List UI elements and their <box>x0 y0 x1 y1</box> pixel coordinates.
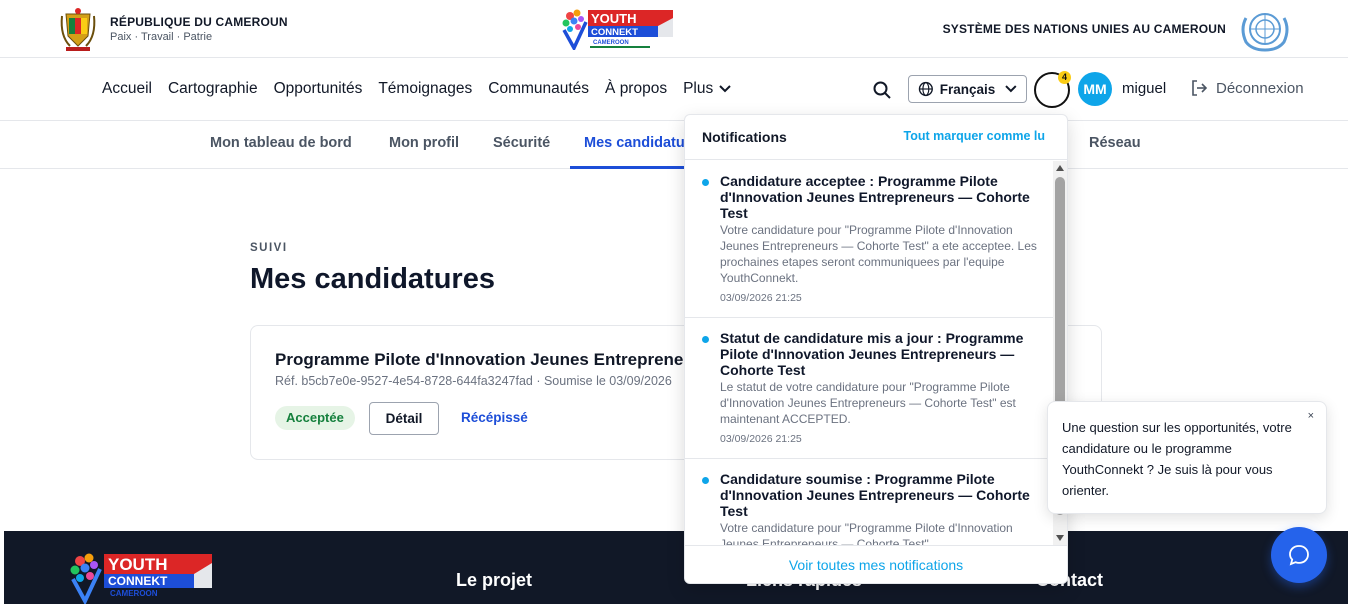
nav-items: Accueil Cartographie Opportunités Témoig… <box>102 80 747 98</box>
nav-item-accueil[interactable]: Accueil <box>102 80 152 98</box>
chat-button[interactable] <box>1271 527 1327 583</box>
gov-left: RÉPUBLIQUE DU CAMEROUN Paix · Travail · … <box>58 6 288 52</box>
receipt-link[interactable]: Récépissé <box>461 410 528 425</box>
main-nav: Accueil Cartographie Opportunités Témoig… <box>0 58 1348 121</box>
unread-dot-icon <box>702 477 709 484</box>
un-title: SYSTÈME DES NATIONS UNIES AU CAMEROUN <box>942 22 1226 36</box>
gov-header: RÉPUBLIQUE DU CAMEROUN Paix · Travail · … <box>0 0 1348 58</box>
notifications-footer: Voir toutes mes notifications <box>685 545 1067 583</box>
youthconnekt-logo[interactable]: YOUTH CONNEKT CAMEROON <box>560 8 675 50</box>
status-badge: Acceptée <box>275 406 355 430</box>
view-all-notifications-link[interactable]: Voir toutes mes notifications <box>789 557 963 573</box>
page-title: Mes candidatures <box>250 263 495 295</box>
section-label: SUIVI <box>250 242 288 254</box>
gov-title: RÉPUBLIQUE DU CAMEROUN <box>110 15 288 29</box>
notification-title: Candidature acceptee : Programme Pilote … <box>720 173 1030 221</box>
notifications-header: Notifications Tout marquer comme lu <box>685 115 1067 160</box>
active-tab-indicator <box>570 166 686 169</box>
detail-button[interactable]: Détail <box>369 402 439 435</box>
globe-icon <box>918 81 933 97</box>
notification-body: Le statut de votre candidature pour "Pro… <box>720 380 1016 426</box>
nav-item-cartographie[interactable]: Cartographie <box>168 80 258 98</box>
chevron-down-icon <box>1005 85 1017 93</box>
nav-more-label: Plus <box>683 80 714 97</box>
chevron-down-icon <box>719 85 731 93</box>
footer: YOUTH CONNEKT CAMEROON Le projet Liens r… <box>4 531 1348 604</box>
footer-heading-project: Le projet <box>456 570 533 590</box>
notification-count-badge: 4 <box>1058 71 1071 84</box>
notification-title: Statut de candidature mis a jour : Progr… <box>720 330 1024 378</box>
notification-title: Candidature soumise : Programme Pilote d… <box>720 471 1030 519</box>
nav-item-communautes[interactable]: Communautés <box>488 80 589 98</box>
sub-nav: Mon tableau de bord Mon profil Sécurité … <box>0 121 1348 169</box>
footer-youthconnekt-logo[interactable]: YOUTH CONNEKT CAMEROON <box>68 551 214 604</box>
notification-item[interactable]: Candidature soumise : Programme Pilote d… <box>685 459 1053 545</box>
tab-profile[interactable]: Mon profil <box>389 135 459 151</box>
scroll-up-icon[interactable] <box>1056 165 1064 171</box>
gov-right: SYSTÈME DES NATIONS UNIES AU CAMEROUN <box>943 6 1292 52</box>
application-ref: Réf. b5cb7e0e-9527-4e54-8728-644fa3247fa… <box>275 374 672 388</box>
nav-item-a-propos[interactable]: À propos <box>605 80 667 98</box>
chat-bubble-icon <box>1289 545 1309 566</box>
chat-message: Une question sur les opportunités, votre… <box>1062 420 1292 498</box>
unread-dot-icon <box>702 336 709 343</box>
notification-body: Votre candidature pour "Programme Pilote… <box>720 223 1037 285</box>
nav-item-opportunites[interactable]: Opportunités <box>274 80 363 98</box>
logo-youth: YOUTH <box>591 11 637 26</box>
gov-motto: Paix · Travail · Patrie <box>110 31 213 43</box>
tab-dashboard[interactable]: Mon tableau de bord <box>210 135 352 151</box>
notifications-button[interactable]: 4 <box>1034 71 1071 108</box>
avatar[interactable]: MM <box>1078 72 1112 106</box>
search-icon[interactable] <box>872 80 892 100</box>
notification-time: 03/09/2026 21:25 <box>720 433 802 445</box>
nav-item-temoignages[interactable]: Témoignages <box>378 80 472 98</box>
mark-all-read-button[interactable]: Tout marquer comme lu <box>904 129 1045 143</box>
chat-close-button[interactable]: × <box>1308 410 1314 422</box>
un-emblem-icon <box>1241 13 1289 52</box>
coat-of-arms-icon <box>60 8 96 51</box>
notification-body: Votre candidature pour "Programme Pilote… <box>720 521 1013 545</box>
footer-logo-youth: YOUTH <box>108 555 168 574</box>
scroll-down-icon[interactable] <box>1056 535 1064 541</box>
username[interactable]: miguel <box>1122 80 1166 97</box>
unread-dot-icon <box>702 179 709 186</box>
footer-logo-cameroon: CAMEROON <box>110 589 158 598</box>
gov-text: RÉPUBLIQUE DU CAMEROUN Paix · Travail · … <box>110 15 288 43</box>
notification-time: 03/09/2026 21:25 <box>720 292 802 304</box>
notifications-list[interactable]: Candidature acceptee : Programme Pilote … <box>685 161 1053 545</box>
tab-network[interactable]: Réseau <box>1089 135 1141 151</box>
notifications-panel: Notifications Tout marquer comme lu Cand… <box>684 114 1068 584</box>
logo-connekt: CONNEKT <box>591 27 638 38</box>
footer-logo-connekt: CONNEKT <box>108 574 168 588</box>
chat-tooltip: Une question sur les opportunités, votre… <box>1047 401 1327 514</box>
logo-cameroon: CAMEROON <box>593 40 629 46</box>
nav-more-button[interactable]: Plus <box>683 80 731 98</box>
logout-button[interactable]: Déconnexion <box>1190 79 1304 97</box>
notification-item[interactable]: Statut de candidature mis a jour : Progr… <box>685 318 1053 459</box>
language-select[interactable]: Français <box>908 75 1027 103</box>
language-label: Français <box>939 81 996 97</box>
notifications-title: Notifications <box>702 129 787 145</box>
logout-icon <box>1192 80 1208 96</box>
tab-security[interactable]: Sécurité <box>493 135 550 151</box>
notification-item[interactable]: Candidature acceptee : Programme Pilote … <box>685 161 1053 318</box>
logout-label: Déconnexion <box>1216 79 1304 97</box>
